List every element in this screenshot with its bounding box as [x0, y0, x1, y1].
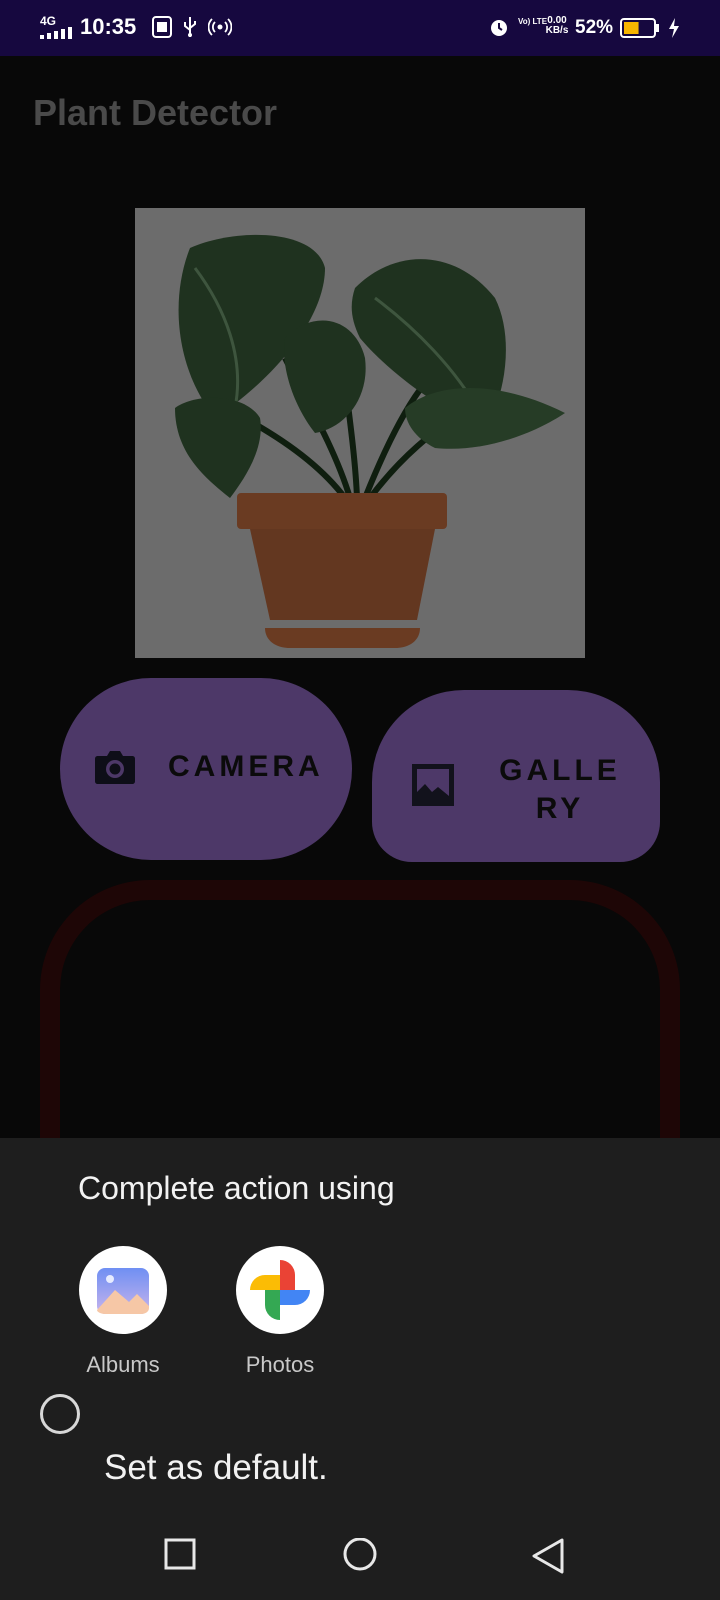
set-default-label[interactable]: Set as default. [104, 1448, 328, 1488]
battery-icon [620, 18, 660, 43]
back-icon[interactable] [530, 1538, 566, 1579]
status-bar: 4G 10:35 Vo) LTE 0.00 KB/s 52% [0, 0, 720, 56]
google-photos-icon [236, 1246, 324, 1334]
camera-button[interactable]: CAMERA [60, 678, 352, 860]
page-title: Plant Detector [33, 92, 278, 133]
hotspot-icon [207, 16, 233, 43]
camera-icon [94, 748, 136, 792]
charging-icon [668, 18, 680, 43]
camera-button-label: CAMERA [168, 750, 324, 783]
image-icon [410, 762, 456, 816]
usb-icon [182, 16, 198, 43]
chooser-option-label: Albums [86, 1352, 160, 1377]
set-default-radio[interactable] [40, 1394, 80, 1434]
signal-icon [40, 27, 72, 39]
chooser-title: Complete action using [78, 1170, 395, 1206]
navigation-bar [0, 1510, 720, 1600]
chooser-option-photos[interactable]: Photos [220, 1246, 340, 1378]
plant-image [135, 208, 585, 658]
sim-icon [152, 16, 172, 43]
chooser-option-albums[interactable]: Albums [63, 1246, 183, 1378]
network-type: 4G [40, 15, 74, 41]
gallery-button[interactable]: GALLERY [372, 690, 660, 862]
clock: 10:35 [80, 14, 137, 39]
gallery-button-label: GALLERY [499, 754, 621, 825]
alarm-icon [488, 16, 510, 43]
network-speed: 0.00 KB/s [545, 15, 569, 36]
battery-percent: 52% [575, 17, 614, 38]
recents-icon[interactable] [164, 1538, 196, 1575]
home-icon[interactable] [342, 1537, 378, 1579]
chooser-option-label: Photos [245, 1352, 315, 1377]
albums-app-icon [79, 1246, 167, 1334]
